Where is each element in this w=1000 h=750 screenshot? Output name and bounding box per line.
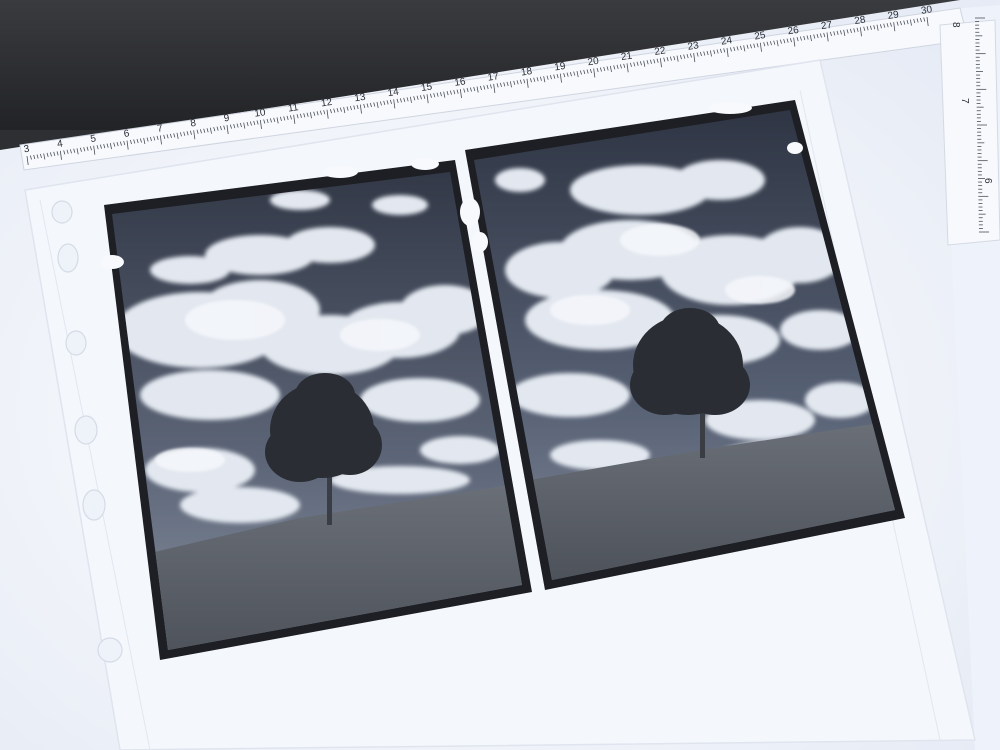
binder-hole — [74, 415, 98, 445]
side-ruler — [939, 19, 1000, 246]
ruler-number: 26 — [787, 25, 800, 38]
ruler-number: 14 — [387, 87, 400, 100]
ruler-number: 24 — [720, 35, 733, 48]
ruler-number: 22 — [654, 45, 667, 58]
ruler-number: 28 — [854, 14, 867, 27]
binder-hole — [97, 637, 123, 663]
ruler-number: 21 — [620, 51, 633, 64]
ruler-number: 20 — [587, 56, 600, 69]
ruler-number: 11 — [287, 102, 299, 115]
side-ruler-number: 6 — [982, 178, 993, 184]
ruler-number: 29 — [887, 9, 900, 22]
ruler-number: 23 — [687, 40, 700, 53]
ruler-number: 19 — [554, 61, 567, 74]
ruler-number: 18 — [520, 66, 533, 79]
ruler-number: 13 — [354, 92, 367, 105]
ruler-number: 12 — [320, 97, 333, 110]
side-ruler-number: 7 — [959, 98, 970, 104]
ruler-number: 15 — [420, 81, 433, 94]
ruler-number: 25 — [754, 30, 767, 43]
ruler-number: 17 — [487, 71, 500, 84]
binder-hole — [51, 200, 73, 224]
binder-hole — [82, 489, 106, 521]
ruler-number: 30 — [920, 4, 933, 17]
binder-hole — [57, 243, 79, 273]
binder-hole — [65, 330, 87, 356]
side-ruler-number: 8 — [950, 22, 961, 28]
ruler-number: 10 — [254, 107, 267, 120]
ruler-number: 27 — [820, 20, 833, 33]
ruler-number: 16 — [454, 76, 467, 89]
lightbox-scene: 3 4 5 6 7 8 9 10 11 12 13 14 15 16 17 18 19 20 21 22 23 24 25 2… — [0, 0, 1000, 750]
